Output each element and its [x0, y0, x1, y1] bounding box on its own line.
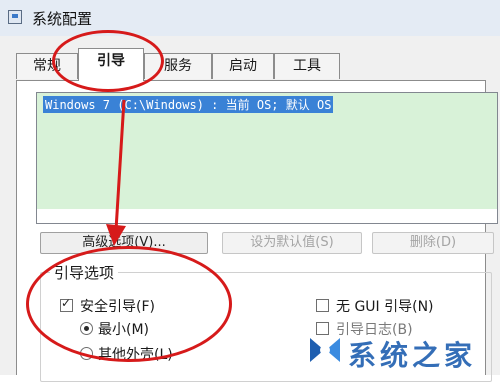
- tab-boot[interactable]: 引导: [78, 48, 144, 81]
- window-title: 系统配置: [32, 10, 93, 28]
- tab-startup[interactable]: 启动: [212, 53, 274, 79]
- title-bar: 系统配置: [0, 0, 500, 37]
- annotation-circle-options: [26, 246, 232, 362]
- no-gui-checkbox[interactable]: [316, 299, 329, 312]
- annotation-arrow: [106, 99, 126, 246]
- watermark-logo: [310, 338, 340, 362]
- set-default-button[interactable]: 设为默认值(S): [222, 232, 362, 254]
- os-list-item[interactable]: Windows 7 (C:\Windows) : 当前 OS; 默认 OS: [43, 96, 334, 113]
- watermark-text: 系统之家: [348, 339, 477, 372]
- app-icon: [8, 10, 22, 24]
- delete-button[interactable]: 删除(D): [372, 232, 494, 254]
- tab-tools[interactable]: 工具: [274, 53, 340, 79]
- no-gui-label: 无 GUI 引导(N): [336, 299, 434, 315]
